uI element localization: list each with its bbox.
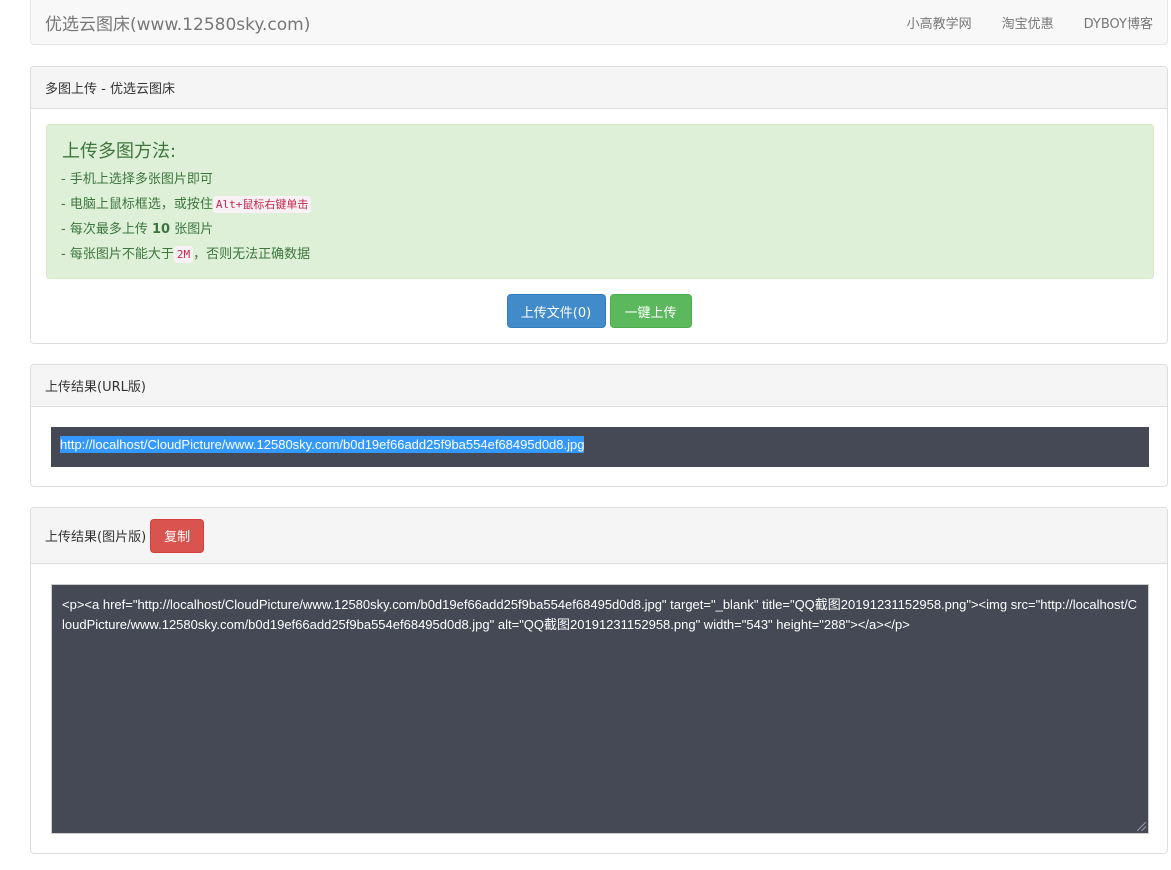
upload-instructions-alert: 上传多图方法: - 手机上选择多张图片即可 - 电脑上鼠标框选，或按住 Alt+鼠… — [46, 124, 1154, 279]
url-result-box[interactable]: http://localhost/CloudPicture/www.12580s… — [51, 427, 1149, 467]
one-click-upload-button[interactable]: 一键上传 — [609, 294, 692, 328]
url-result-text[interactable]: http://localhost/CloudPicture/www.12580s… — [60, 436, 585, 453]
brand-link[interactable]: 优选云图床(www.12580sky.com) — [45, 10, 310, 35]
url-result-panel: 上传结果(URL版) http://localhost/CloudPicture… — [30, 364, 1168, 487]
top-navbar: 优选云图床(www.12580sky.com) 小高教学网 淘宝优惠 DYBOY… — [30, 0, 1168, 45]
url-result-heading: 上传结果(URL版) — [31, 365, 1167, 407]
html-code-textarea[interactable]: <p><a href="http://localhost/CloudPictur… — [51, 584, 1149, 834]
nav-links: 小高教学网 淘宝优惠 DYBOY博客 — [907, 13, 1153, 32]
upload-panel-heading: 多图上传 - 优选云图床 — [31, 67, 1167, 109]
resize-grip-icon[interactable] — [1137, 822, 1146, 831]
copy-button[interactable]: 复制 — [150, 518, 205, 553]
upload-file-button[interactable]: 上传文件(0) — [506, 294, 606, 328]
tip-item: - 手机上选择多张图片即可 — [61, 172, 213, 187]
image-result-heading: 上传结果(图片版) 复制 — [31, 508, 1167, 564]
nav-link-taobao[interactable]: 淘宝优惠 — [1002, 13, 1054, 32]
upload-panel: 多图上传 - 优选云图床 上传多图方法: - 手机上选择多张图片即可 - 电脑上… — [30, 66, 1168, 344]
tip-item: - 每张图片不能大于 2M ，否则无法正确数据 — [61, 246, 311, 263]
size-limit-code: 2M — [173, 246, 194, 263]
html-code-text: <p><a href="http://localhost/CloudPictur… — [62, 597, 1138, 632]
alt-click-code: Alt+鼠标右键单击 — [212, 196, 312, 213]
max-count: 10 — [151, 222, 171, 237]
method-title: 上传多图方法: — [62, 141, 177, 162]
tip-item: - 电脑上鼠标框选，或按住 Alt+鼠标右键单击 — [61, 195, 312, 220]
upload-button-row: 上传文件(0) 一键上传 — [31, 294, 1167, 328]
image-result-title: 上传结果(图片版) — [45, 530, 147, 545]
nav-link-xiaogao[interactable]: 小高教学网 — [907, 13, 972, 32]
tips-list: - 手机上选择多张图片即可 - 电脑上鼠标框选，或按住 Alt+鼠标右键单击 - … — [61, 170, 312, 270]
image-result-panel: 上传结果(图片版) 复制 <p><a href="http://localhos… — [30, 507, 1168, 854]
tip-item: - 每次最多上传 10 张图片 — [61, 222, 214, 237]
nav-link-dyboy[interactable]: DYBOY博客 — [1084, 13, 1153, 32]
